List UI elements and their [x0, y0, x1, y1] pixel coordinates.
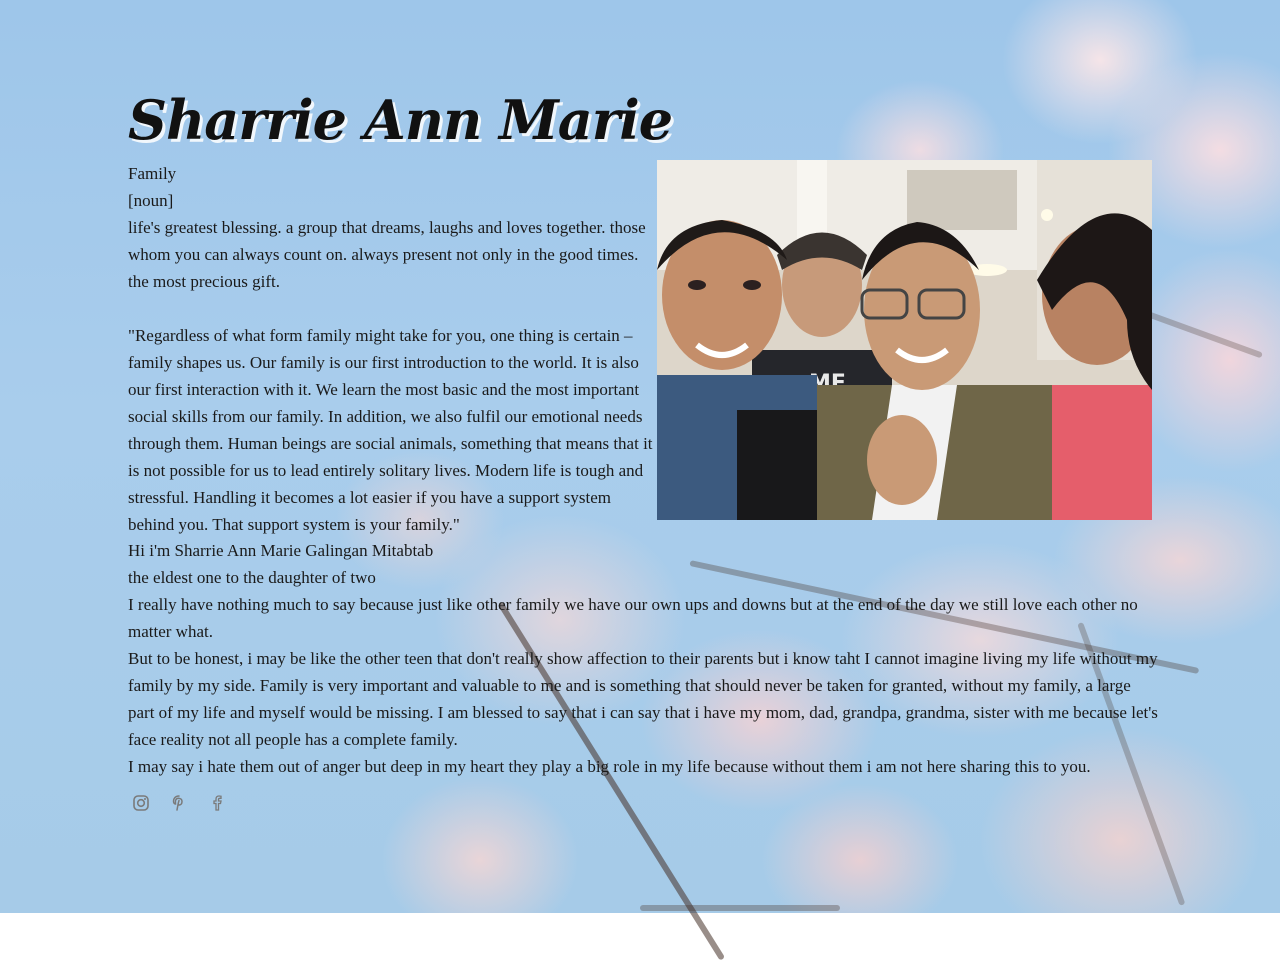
- branch: [640, 905, 840, 911]
- page-title: Sharrie Ann Marie: [128, 88, 673, 152]
- intro-eldest: the eldest one to the daughter of two: [128, 568, 376, 587]
- instagram-icon[interactable]: [132, 794, 150, 812]
- body-paragraph-3: I may say i hate them out of anger but d…: [128, 757, 1091, 776]
- body-paragraph-1: I really have nothing much to say becaus…: [128, 595, 1138, 641]
- definition-meaning: life's greatest blessing. a group that d…: [128, 218, 646, 291]
- family-photo: ME: [657, 160, 1152, 520]
- pinterest-icon[interactable]: [170, 794, 188, 812]
- family-quote: "Regardless of what form family might ta…: [128, 326, 653, 534]
- facebook-icon[interactable]: [208, 794, 226, 812]
- family-photo-graphic: ME: [657, 160, 1152, 520]
- intro-name: Hi i'm Sharrie Ann Marie Galingan Mitabt…: [128, 541, 434, 560]
- definition-and-quote: Family [noun] life's greatest blessing. …: [128, 160, 653, 538]
- definition-word: Family: [128, 164, 177, 183]
- about-text: Hi i'm Sharrie Ann Marie Galingan Mitabt…: [128, 537, 1158, 780]
- definition-part-of-speech: [noun]: [128, 191, 174, 210]
- social-links: [132, 794, 226, 812]
- body-paragraph-2: But to be honest, i may be like the othe…: [128, 649, 1158, 749]
